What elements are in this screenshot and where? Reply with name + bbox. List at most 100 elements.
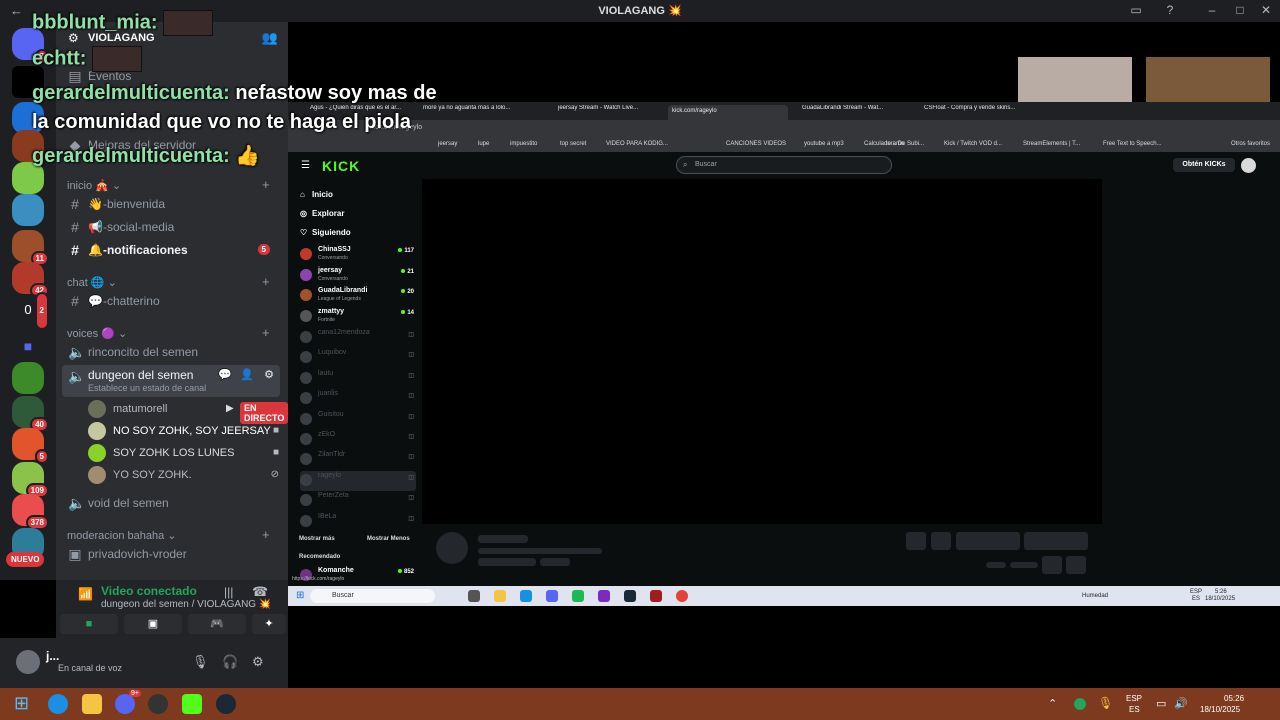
offline-channel[interactable]: lautu ◫ [300, 369, 416, 389]
kick-icon[interactable] [182, 694, 202, 714]
bookmark[interactable]: StreamElements | T... [1023, 141, 1080, 147]
bookmark[interactable]: impuestito [510, 141, 537, 147]
browser-tab[interactable]: GuadaLibrandi Stream - Wat... [802, 105, 902, 111]
headphones-icon[interactable]: 🎧 [222, 654, 238, 670]
address-bar[interactable]: kick.com/rageylo [288, 120, 1280, 138]
followed-channel[interactable]: GuadaLibrandi League of Legends 20 [300, 286, 416, 306]
server-icon[interactable]: 5 [12, 428, 49, 464]
bookmark[interactable]: Calculadora De Subi... [864, 141, 924, 147]
disconnect-icon[interactable]: ☎ [252, 584, 268, 600]
folder-icon[interactable] [494, 590, 506, 602]
create-channel-icon[interactable]: + [262, 527, 270, 542]
inbox-icon[interactable]: ▭ [1128, 3, 1144, 17]
create-channel-icon[interactable]: + [262, 274, 270, 289]
followed-channel[interactable]: ChinaSSJ Conversando 117 [300, 245, 416, 265]
browser-tab[interactable]: CSFloat - Compra y vende skins... [924, 105, 1024, 111]
steam-icon[interactable] [624, 590, 636, 602]
category-inicio[interactable]: inicio 🎪 ⌄ + [67, 177, 270, 192]
voice-status[interactable]: Video conectado [101, 584, 197, 598]
clock[interactable]: 05:26 [1224, 694, 1244, 703]
invite-icon[interactable]: 👤 [240, 368, 254, 381]
bookmark[interactable]: CANCIONES VIDEOS [726, 141, 786, 147]
bookmark[interactable]: VIDEO PARA KODIG... [606, 141, 668, 147]
server-icon[interactable]: 42 [12, 262, 49, 298]
followed-channel[interactable]: zmattyy Fortnite 14 [300, 307, 416, 327]
inner-search-box[interactable]: Buscar [310, 589, 435, 603]
edge-icon[interactable] [520, 590, 532, 602]
channel-bienvenida[interactable]: # 👋-bienvenida [62, 193, 280, 215]
offline-channel[interactable]: Guisitou ◫ [300, 410, 416, 430]
gear-icon[interactable]: ⚙ [264, 368, 274, 381]
category-moderacion[interactable]: moderacion bahaha ⌄ + [67, 527, 270, 542]
category-voices[interactable]: voices 🟣 ⌄ + [67, 325, 270, 340]
folder-icon[interactable]: ■ [12, 330, 44, 362]
noise-suppression-icon[interactable]: ||| [224, 585, 233, 599]
date[interactable]: 18/10/2025 [1205, 596, 1235, 602]
nav-inicio[interactable]: ⌂ Inicio [300, 190, 333, 199]
voice-channel-void[interactable]: 🔈 void del semen [62, 492, 280, 514]
gear-icon[interactable]: ⚙ [252, 654, 264, 670]
app-icon[interactable] [148, 694, 168, 714]
username[interactable]: j... [46, 649, 59, 663]
help-icon[interactable]: ? [1162, 3, 1178, 17]
activity-button[interactable]: 🎮 [188, 614, 246, 634]
minimize-icon[interactable]: – [1204, 3, 1220, 17]
bookmark[interactable]: Free Text to Speech... [1103, 141, 1162, 147]
microphone-icon[interactable]: 🎙 [192, 654, 209, 670]
offline-channel[interactable]: juanlis ◫ [300, 389, 416, 409]
bookmark[interactable]: youtube a mp3 [804, 141, 844, 147]
channel-status[interactable]: Establece un estado de canal [88, 383, 206, 393]
language-indicator[interactable]: ESP [1126, 694, 1142, 703]
chrome-icon[interactable] [676, 590, 688, 602]
date[interactable]: 18/10/2025 [1200, 705, 1240, 714]
get-kicks-button[interactable]: Obtén KICKs [1173, 158, 1235, 172]
bookmark[interactable]: lupe [478, 141, 489, 147]
bookmark[interactable]: Kick / Twitch VOD d... [944, 141, 1002, 147]
signal-icon[interactable]: 📶 [78, 587, 93, 601]
avatar[interactable] [16, 650, 40, 674]
bookmark[interactable]: jeersay [438, 141, 457, 147]
nav-explorar[interactable]: ◎ Explorar [300, 209, 344, 218]
offline-channel[interactable]: rageylo ◫ [300, 471, 416, 491]
steam-icon[interactable] [216, 694, 236, 714]
discord-icon[interactable] [546, 590, 558, 602]
discord-icon[interactable]: 9+ [115, 690, 141, 714]
offline-channel[interactable]: Luquibov ◫ [300, 348, 416, 368]
spotify-icon[interactable] [572, 590, 584, 602]
server-icon[interactable]: 0 2 [12, 292, 49, 330]
volume-icon[interactable]: 🔊 [1174, 697, 1188, 710]
clock[interactable]: 5:26 [1215, 589, 1227, 595]
tray-icon[interactable]: 🎙 [1098, 696, 1113, 710]
show-more-link[interactable]: Mostrar más [299, 536, 335, 542]
offline-channel[interactable]: cana12mendoza ◫ [300, 328, 416, 348]
camera-button[interactable]: ■ [60, 614, 118, 634]
create-channel-icon[interactable]: + [262, 325, 270, 340]
bookmark[interactable]: top secret [560, 141, 586, 147]
channel-privadovich[interactable]: ▣ privadovich-vroder [62, 543, 280, 565]
close-icon[interactable]: ✕ [1258, 3, 1274, 17]
show-less-link[interactable]: Mostrar Menos [367, 536, 410, 542]
voice-channel-path[interactable]: dungeon del semen / VIOLAGANG 💥 [101, 599, 271, 610]
server-icon[interactable]: 109 [12, 462, 49, 498]
nav-siguiendo[interactable]: ♡ Siguiendo [300, 228, 351, 237]
voice-user[interactable]: NO SOY ZOHK, SOY JEERSAY ■ [86, 421, 281, 441]
voice-user[interactable]: SOY ZOHK LOS LUNES ■ [86, 443, 281, 463]
followed-channel[interactable]: jeersay Conversando 21 [300, 266, 416, 286]
chevron-up-icon[interactable]: ⌃ [1048, 697, 1057, 710]
edge-icon[interactable] [48, 694, 68, 714]
channel-chatterino[interactable]: # 💬-chatterino [62, 290, 280, 312]
channel-notificaciones[interactable]: # 🔔-notificaciones 5 [62, 239, 280, 261]
bookmark[interactable]: Otros favoritos [1231, 141, 1270, 147]
maximize-icon[interactable]: □ [1232, 3, 1248, 17]
offline-channel[interactable]: IBeLa ◫ [300, 512, 416, 532]
browser-tab[interactable]: jeersay Stream - Watch Live... [558, 105, 668, 111]
browser-tab[interactable]: more ya no aguanta más a lolo... [423, 105, 543, 111]
offline-channel[interactable]: PeterZeta ◫ [300, 491, 416, 511]
screen-share-button[interactable]: ▣ [124, 614, 182, 634]
server-icon[interactable]: 378 [12, 494, 49, 530]
voice-user[interactable]: matumorell ▶ EN DIRECTO [86, 399, 289, 424]
network-icon[interactable]: ▭ [1156, 697, 1166, 710]
chat-icon[interactable]: 💬 [218, 368, 232, 381]
avatar[interactable] [1241, 158, 1256, 173]
server-icon[interactable] [12, 194, 44, 226]
